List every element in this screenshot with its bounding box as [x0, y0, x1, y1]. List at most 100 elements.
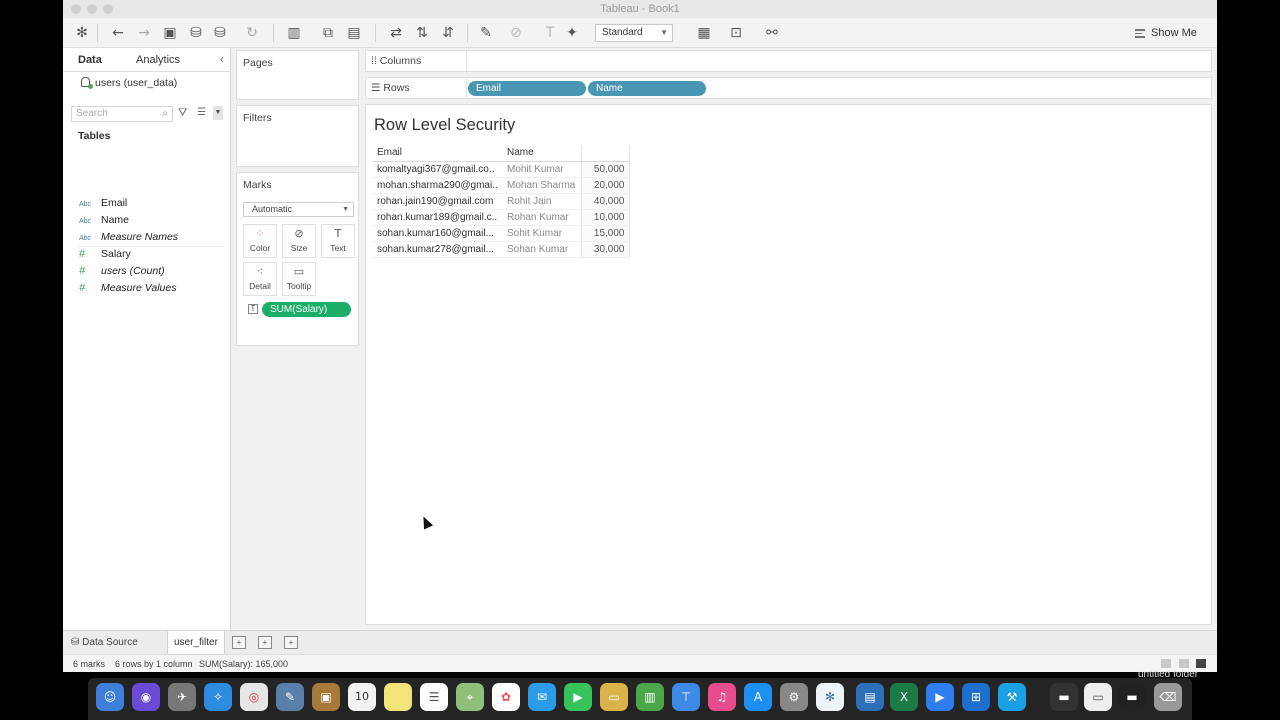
windows-app-icon[interactable]: ⊞ — [962, 683, 990, 711]
new-worksheet-tab-icon[interactable]: + — [232, 636, 246, 649]
tab-view-icon[interactable] — [1196, 659, 1206, 668]
keynote-icon[interactable]: ▭ — [600, 683, 628, 711]
cell-name[interactable]: Mohit Kumar — [503, 161, 581, 178]
fix-axes-icon[interactable]: ✦ — [563, 24, 581, 42]
chevron-down-icon[interactable]: ▼ — [213, 106, 223, 120]
swap-rows-columns-icon[interactable]: ⇄ — [387, 24, 405, 42]
new-worksheet-icon[interactable]: ▥ — [285, 24, 303, 42]
cell-name[interactable]: Mohan Sharma — [503, 177, 581, 194]
search-input[interactable]: Search ⌕ — [71, 106, 173, 122]
field-item[interactable]: Abc Measure Names — [79, 229, 178, 246]
xcode-icon[interactable]: ⚒ — [998, 683, 1026, 711]
detail-button[interactable]: ⁖ Detail — [243, 262, 277, 296]
cell-email[interactable]: rohan.kumar189@gmail.c.. — [373, 209, 503, 226]
safari-icon[interactable]: ✧ — [204, 683, 232, 711]
filter-icon[interactable]: ⛛ — [178, 107, 187, 120]
cell-salary[interactable]: 50,000 — [580, 161, 630, 178]
highlight-icon[interactable]: ✎ — [477, 24, 495, 42]
field-item[interactable]: # Measure Values — [79, 280, 176, 297]
mark-type-dropdown[interactable]: Automatic ▼ — [243, 202, 354, 217]
document-stack-icon[interactable]: ▭ — [1084, 683, 1112, 711]
redo-icon[interactable]: → — [135, 24, 153, 42]
chrome-icon[interactable]: ◎ — [240, 683, 268, 711]
columns-shelf[interactable]: ⁞⁞ Columns — [365, 50, 1212, 72]
maps-icon[interactable]: ⌖ — [456, 683, 484, 711]
cell-salary[interactable]: 15,000 — [580, 225, 630, 242]
new-dashboard-tab-icon[interactable]: + — [258, 636, 272, 649]
screen-stack-icon[interactable]: ▬ — [1118, 683, 1146, 711]
new-datasource-icon[interactable]: ⛁ — [187, 24, 205, 42]
rows-shelf[interactable]: ☰ Rows Email Name — [365, 77, 1212, 99]
close-window-button[interactable] — [71, 4, 81, 14]
clear-sheet-icon[interactable]: ▤ — [345, 24, 363, 42]
tooltip-button[interactable]: ▭ Tooltip — [282, 262, 316, 296]
finder-icon[interactable]: ☺ — [96, 683, 124, 711]
messages-icon[interactable]: ✉ — [528, 683, 556, 711]
cell-email[interactable]: mohan.sharma290@gmai.. — [373, 177, 503, 194]
field-item[interactable]: Abc Email — [79, 195, 127, 212]
name-pill[interactable]: Name — [588, 81, 706, 96]
calendar-icon[interactable]: 10 — [348, 683, 376, 711]
tab-analytics[interactable]: Analytics — [136, 54, 180, 66]
sum-salary-pill[interactable]: SUM(Salary) — [262, 302, 351, 317]
notes-icon[interactable] — [384, 683, 412, 711]
photos-icon[interactable]: ✿ — [492, 683, 520, 711]
zoom-icon[interactable]: ▶ — [926, 683, 954, 711]
field-item[interactable]: Abc Name — [79, 212, 129, 229]
minimize-window-button[interactable] — [87, 4, 97, 14]
size-button[interactable]: ⊘ Size — [282, 224, 316, 258]
header-name[interactable]: Name — [503, 145, 581, 162]
reminders-icon[interactable]: ☰ — [420, 683, 448, 711]
preview-icon[interactable]: ✎ — [276, 683, 304, 711]
cell-salary[interactable]: 20,000 — [580, 177, 630, 194]
cell-email[interactable]: sohan.kumar160@gmail... — [373, 225, 503, 242]
field-item[interactable]: # users (Count) — [79, 263, 165, 280]
cell-salary[interactable]: 30,000 — [580, 241, 630, 258]
group-members-icon[interactable]: ⊘ — [507, 24, 525, 42]
duplicate-sheet-icon[interactable]: ⧉ — [319, 24, 337, 42]
tab-data[interactable]: Data — [78, 54, 102, 66]
presentation-mode-icon[interactable]: ⊡ — [727, 24, 745, 42]
system-preferences-icon[interactable]: ⚙ — [780, 683, 808, 711]
filters-card[interactable]: Filters — [236, 105, 359, 167]
header-email[interactable]: Email — [373, 145, 503, 162]
cell-email[interactable]: rohan.jain190@gmail.com — [373, 193, 503, 210]
cell-salary[interactable]: 40,000 — [580, 193, 630, 210]
siri-icon[interactable]: ◉ — [132, 683, 160, 711]
cell-name[interactable]: Rohan Kumar — [503, 209, 581, 226]
zoom-window-button[interactable] — [103, 4, 113, 14]
color-button[interactable]: ⁘ Color — [243, 224, 277, 258]
cell-name[interactable]: Sohit Kumar — [503, 225, 581, 242]
pause-updates-icon[interactable]: ⛁ — [211, 24, 229, 42]
tableau-logo-icon[interactable]: ✻ — [73, 24, 91, 42]
fit-view-dropdown[interactable]: Standard ▼ — [595, 24, 673, 42]
pages-card[interactable]: Pages — [236, 50, 359, 100]
keynote-app-icon[interactable]: ⊤ — [672, 683, 700, 711]
cell-salary[interactable]: 10,000 — [580, 209, 630, 226]
email-pill[interactable]: Email — [468, 81, 586, 96]
text-button[interactable]: T Text — [321, 224, 355, 258]
filmstrip-view-icon[interactable] — [1179, 659, 1189, 668]
contacts-icon[interactable]: ▣ — [312, 683, 340, 711]
new-story-tab-icon[interactable]: + — [284, 636, 298, 649]
trash-icon[interactable]: ⌫ — [1154, 683, 1182, 711]
sort-ascending-icon[interactable]: ⇅ — [413, 24, 431, 42]
cell-email[interactable]: komaltyagi367@gmail.co.. — [373, 161, 503, 178]
app-store-icon[interactable]: A — [744, 683, 772, 711]
data-source-tab[interactable]: ⛁ Data Source — [71, 631, 138, 655]
sort-descending-icon[interactable]: ⇵ — [439, 24, 457, 42]
launchpad-icon[interactable]: ✈ — [168, 683, 196, 711]
list-view-icon[interactable]: ☰ — [197, 107, 206, 118]
field-item[interactable]: # Salary — [79, 246, 131, 263]
undo-icon[interactable]: ← — [109, 24, 127, 42]
collapse-pane-icon[interactable]: ‹ — [220, 52, 224, 66]
excel-icon[interactable]: X — [890, 683, 918, 711]
save-icon[interactable]: ▣ — [161, 24, 179, 42]
cell-name[interactable]: Rohit Jain — [503, 193, 581, 210]
cell-name[interactable]: Sohan Kumar — [503, 241, 581, 258]
tableau-icon[interactable]: ✻ — [816, 683, 844, 711]
downloads-stack-icon[interactable]: ▬ — [1050, 683, 1078, 711]
numbers-icon[interactable]: ▥ — [636, 683, 664, 711]
show-cards-icon[interactable]: ▦ — [695, 24, 713, 42]
refresh-icon[interactable]: ↻ — [243, 24, 261, 42]
